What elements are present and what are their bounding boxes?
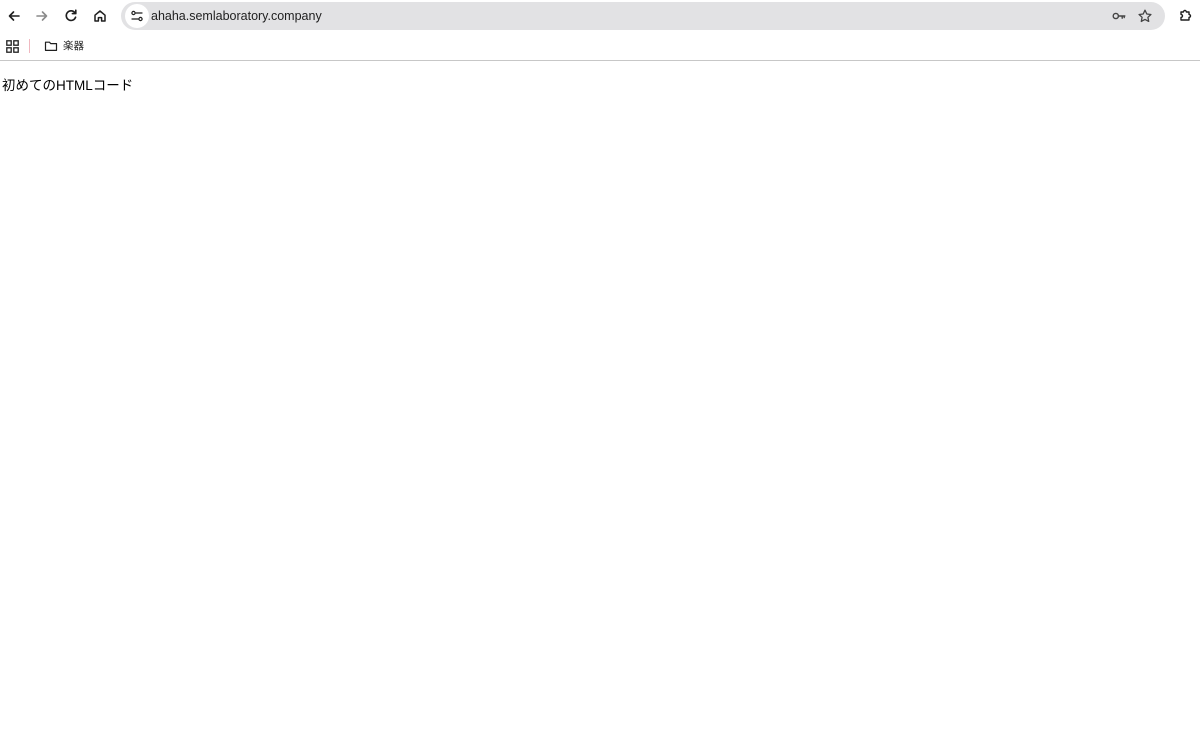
apps-grid-icon	[5, 39, 19, 53]
arrow-right-icon	[36, 11, 48, 21]
bookmark-folder-label: 楽器	[63, 40, 84, 52]
key-icon	[1112, 12, 1126, 20]
home-button[interactable]	[86, 2, 114, 30]
url-text[interactable]: ahaha.semlaboratory.company	[151, 8, 322, 24]
page-content: 初めてのHTMLコード	[0, 62, 1200, 752]
apps-button[interactable]	[3, 37, 21, 55]
extensions-button[interactable]	[1175, 4, 1197, 26]
puzzle-icon	[1180, 9, 1192, 21]
home-icon	[94, 10, 106, 22]
folder-icon	[44, 41, 58, 51]
bookmark-star-button[interactable]	[1136, 7, 1154, 25]
back-button[interactable]	[0, 2, 28, 30]
browser-toolbar: ahaha.semlaboratory.company	[0, 0, 1200, 32]
star-icon	[1138, 9, 1152, 23]
reload-button[interactable]	[57, 2, 85, 30]
tune-icon	[131, 10, 143, 22]
address-bar[interactable]: ahaha.semlaboratory.company	[121, 2, 1165, 30]
page-body-text: 初めてのHTMLコード	[2, 78, 134, 93]
reload-icon	[65, 9, 77, 22]
forward-button[interactable]	[28, 2, 56, 30]
bookmark-folder-item[interactable]: 楽器	[40, 35, 88, 57]
site-info-button[interactable]	[125, 4, 149, 28]
bookmarks-bar: 楽器	[0, 32, 1200, 61]
arrow-left-icon	[8, 11, 20, 21]
bookmarks-divider	[29, 39, 30, 53]
password-key-button[interactable]	[1110, 7, 1128, 25]
